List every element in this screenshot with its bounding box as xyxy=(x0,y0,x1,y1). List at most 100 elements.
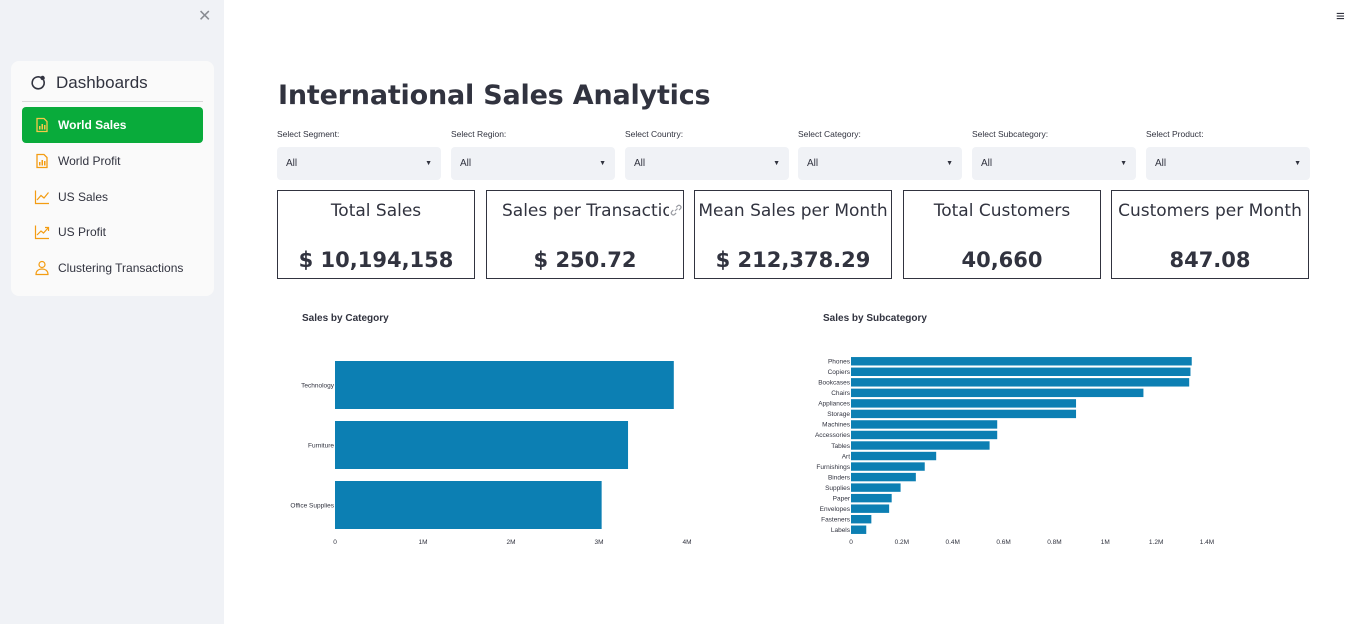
x-tick-label: 0 xyxy=(333,539,337,546)
caret-down-icon: ▼ xyxy=(1294,160,1301,167)
bar xyxy=(851,493,892,503)
bar xyxy=(851,451,937,461)
close-sidebar-icon[interactable]: ✕ xyxy=(198,6,211,26)
link-icon[interactable] xyxy=(669,203,683,217)
product-filter: Select Product: All ▼ xyxy=(1146,129,1310,180)
product-select[interactable]: All ▼ xyxy=(1146,147,1310,180)
category-label: Furniture xyxy=(308,442,334,449)
category-label: Storage xyxy=(827,411,850,418)
filter-label: Select Region: xyxy=(451,129,507,139)
chart-title-subcategory: Sales by Subcategory xyxy=(823,313,927,324)
bar xyxy=(851,483,901,492)
category-select[interactable]: All ▼ xyxy=(798,147,962,180)
region-select[interactable]: All ▼ xyxy=(451,147,615,180)
x-tick-label: 1.4M xyxy=(1200,539,1214,546)
dashboard-menu: Dashboards World Sales World Profit US S… xyxy=(11,61,214,296)
menu-item-world-sales[interactable]: World Sales xyxy=(22,107,203,143)
category-filter: Select Category: All ▼ xyxy=(798,129,962,180)
category-label: Art xyxy=(842,453,851,460)
metric-value: $ 212,378.29 xyxy=(715,248,871,272)
country-filter: Select Country: All ▼ xyxy=(625,129,789,180)
bar-chart-file-icon xyxy=(36,153,48,169)
bar xyxy=(851,367,1191,377)
bar xyxy=(851,399,1077,408)
category-label: Binders xyxy=(828,474,851,481)
select-value: All xyxy=(807,158,819,169)
category-label: Tables xyxy=(831,443,851,450)
x-tick-label: 1.2M xyxy=(1149,539,1163,546)
metric-card-customers-month: Customers per Month 847.08 xyxy=(1111,190,1309,279)
x-tick-label: 3M xyxy=(594,539,603,546)
bar xyxy=(851,514,872,524)
metric-label: Mean Sales per Month xyxy=(698,201,888,221)
menu-header: Dashboards xyxy=(30,73,148,93)
bar xyxy=(851,357,1192,366)
caret-down-icon: ▼ xyxy=(946,160,953,167)
x-tick-label: 0 xyxy=(849,539,853,546)
segment-select[interactable]: All ▼ xyxy=(277,147,441,180)
menu-title: Dashboards xyxy=(56,73,148,92)
segment-filter: Select Segment: All ▼ xyxy=(277,129,441,180)
metric-card-total-sales: Total Sales $ 10,194,158 xyxy=(277,190,475,279)
page-title: International Sales Analytics xyxy=(278,80,711,111)
bar xyxy=(851,409,1077,419)
filter-label: Select Country: xyxy=(625,129,684,139)
line-chart-icon xyxy=(34,190,49,205)
metric-value: 40,660 xyxy=(961,248,1043,272)
bar xyxy=(851,378,1190,387)
x-tick-label: 0.4M xyxy=(945,539,959,546)
dashboard-icon xyxy=(31,75,45,90)
bar xyxy=(851,462,925,471)
menu-item-clustering[interactable]: Clustering Transactions xyxy=(22,250,203,286)
filter-label: Select Segment: xyxy=(277,129,340,139)
category-label: Fasteners xyxy=(821,516,851,523)
subcategory-filter: Select Subcategory: All ▼ xyxy=(972,129,1136,180)
sidebar: ✕ Dashboards World Sales World Profit US… xyxy=(0,0,224,624)
x-tick-label: 1M xyxy=(1101,539,1110,546)
x-tick-label: 1M xyxy=(418,539,427,546)
metric-label: Total Sales xyxy=(330,201,422,221)
caret-down-icon: ▼ xyxy=(1120,160,1127,167)
x-tick-label: 4M xyxy=(682,539,691,546)
select-value: All xyxy=(981,158,993,169)
select-value: All xyxy=(460,158,472,169)
filter-label: Select Category: xyxy=(798,129,861,139)
bar xyxy=(335,361,674,409)
bar xyxy=(851,472,916,482)
select-value: All xyxy=(634,158,646,169)
category-label: Furnishings xyxy=(816,464,850,471)
select-value: All xyxy=(286,158,298,169)
metric-value: 847.08 xyxy=(1169,248,1251,272)
bar xyxy=(335,481,602,529)
menu-item-us-profit[interactable]: US Profit xyxy=(22,214,203,250)
person-icon xyxy=(35,260,49,276)
caret-down-icon: ▼ xyxy=(599,160,606,167)
region-filter: Select Region: All ▼ xyxy=(451,129,615,180)
category-label: Phones xyxy=(828,359,851,366)
category-label: Accessories xyxy=(815,432,851,439)
category-label: Paper xyxy=(833,495,851,502)
category-label: Labels xyxy=(831,527,851,534)
metric-value: $ 250.72 xyxy=(533,248,637,272)
menu-item-label: US Sales xyxy=(58,190,109,204)
menu-divider xyxy=(22,101,203,102)
bar xyxy=(851,420,998,429)
main-menu-icon[interactable]: ≡ xyxy=(1336,8,1345,25)
subcategory-select[interactable]: All ▼ xyxy=(972,147,1136,180)
category-label: Office Supplies xyxy=(290,502,334,509)
category-label: Bookcases xyxy=(818,380,851,387)
metric-label: Total Customers xyxy=(933,201,1071,221)
category-label: Supplies xyxy=(825,485,851,492)
sales-by-subcategory-chart: Phones Copiers Bookcases Chairs Appliances St… xyxy=(815,357,1214,546)
filter-label: Select Product: xyxy=(1146,129,1204,139)
category-label: Machines xyxy=(822,422,851,429)
menu-item-world-profit[interactable]: World Profit xyxy=(22,143,203,179)
bar xyxy=(851,430,998,440)
menu-item-us-sales[interactable]: US Sales xyxy=(22,179,203,215)
category-label: Chairs xyxy=(831,390,851,397)
category-label: Envelopes xyxy=(820,506,851,513)
metric-card-sales-per-transaction: Sales per Transaction $ 250.72 xyxy=(486,190,684,279)
category-label: Copiers xyxy=(828,369,851,376)
trend-up-icon xyxy=(34,225,50,240)
country-select[interactable]: All ▼ xyxy=(625,147,789,180)
